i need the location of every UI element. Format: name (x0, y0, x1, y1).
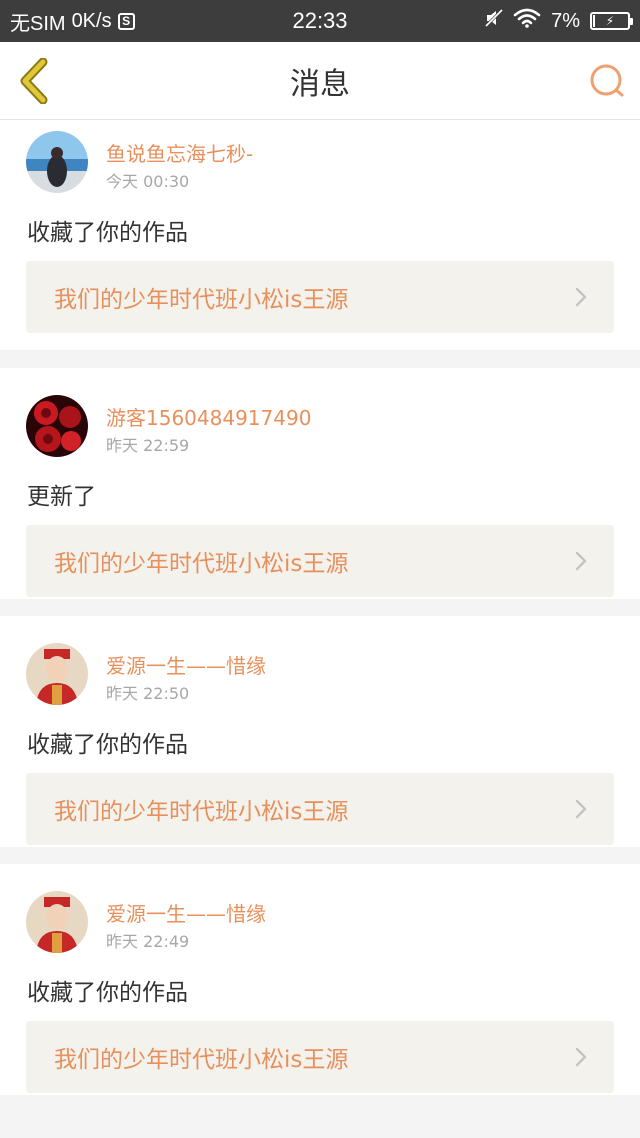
search-icon (590, 64, 624, 97)
message-time: 昨天 22:49 (106, 932, 190, 951)
username-link[interactable]: 游客1560484917490 (106, 402, 311, 431)
network-speed: 0K/s (71, 9, 112, 32)
username-link[interactable]: 鱼说鱼忘海七秒- (106, 138, 253, 167)
username-link[interactable]: 爱源一生——惜缘 (106, 898, 266, 927)
work-title: 我们的少年时代班小松is王源 (54, 287, 349, 313)
mute-icon (485, 8, 504, 34)
work-link[interactable]: 我们的少年时代班小松is王源 (26, 525, 614, 597)
charging-bolt-icon: ⚡ (605, 14, 615, 28)
message-list: 鱼说鱼忘海七秒- 今天 00:30 收藏了你的作品 我们的少年时代班小松is王源… (0, 120, 640, 1095)
nav-bar: 消息 (0, 42, 640, 120)
message-time: 今天 00:30 (106, 172, 190, 191)
battery-fill (593, 15, 595, 27)
avatar[interactable] (26, 131, 88, 193)
avatar[interactable] (26, 395, 88, 457)
chevron-left-icon (20, 58, 48, 104)
work-title: 我们的少年时代班小松is王源 (54, 799, 349, 825)
message-card: 爱源一生——惜缘 昨天 22:49 收藏了你的作品 我们的少年时代班小松is王源 (0, 864, 640, 1095)
work-title: 我们的少年时代班小松is王源 (54, 551, 349, 577)
action-text: 收藏了你的作品 (27, 732, 188, 758)
wifi-icon (513, 8, 541, 34)
work-title: 我们的少年时代班小松is王源 (54, 1047, 349, 1073)
message-time: 昨天 22:50 (106, 684, 190, 703)
carrier-label: 无SIM (10, 12, 66, 35)
avatar[interactable] (26, 643, 88, 705)
work-link[interactable]: 我们的少年时代班小松is王源 (26, 773, 614, 845)
chevron-right-icon (575, 1047, 587, 1067)
search-button[interactable] (586, 60, 628, 102)
chevron-right-icon (575, 287, 587, 307)
status-right: 7% ⚡ (485, 0, 633, 42)
battery-percent: 7% (551, 9, 580, 32)
message-card: 爱源一生——惜缘 昨天 22:50 收藏了你的作品 我们的少年时代班小松is王源 (0, 616, 640, 847)
chevron-right-icon (575, 799, 587, 819)
username-link[interactable]: 爱源一生——惜缘 (106, 650, 266, 679)
action-text: 更新了 (27, 484, 96, 510)
page-title: 消息 (290, 67, 350, 102)
action-text: 收藏了你的作品 (27, 980, 188, 1006)
status-left: 无SIM 0K/s S (10, 0, 135, 42)
status-bar: 无SIM 0K/s S 22:33 7% ⚡ (0, 0, 640, 42)
back-button[interactable] (10, 56, 60, 106)
message-time: 昨天 22:59 (106, 436, 190, 455)
chevron-right-icon (575, 551, 587, 571)
s-badge-icon: S (117, 12, 135, 30)
avatar[interactable] (26, 891, 88, 953)
battery-icon: ⚡ (590, 12, 633, 30)
work-link[interactable]: 我们的少年时代班小松is王源 (26, 1021, 614, 1093)
message-card: 鱼说鱼忘海七秒- 今天 00:30 收藏了你的作品 我们的少年时代班小松is王源 (0, 120, 640, 350)
work-link[interactable]: 我们的少年时代班小松is王源 (26, 261, 614, 333)
action-text: 收藏了你的作品 (27, 220, 188, 246)
message-card: 游客1560484917490 昨天 22:59 更新了 我们的少年时代班小松i… (0, 368, 640, 599)
